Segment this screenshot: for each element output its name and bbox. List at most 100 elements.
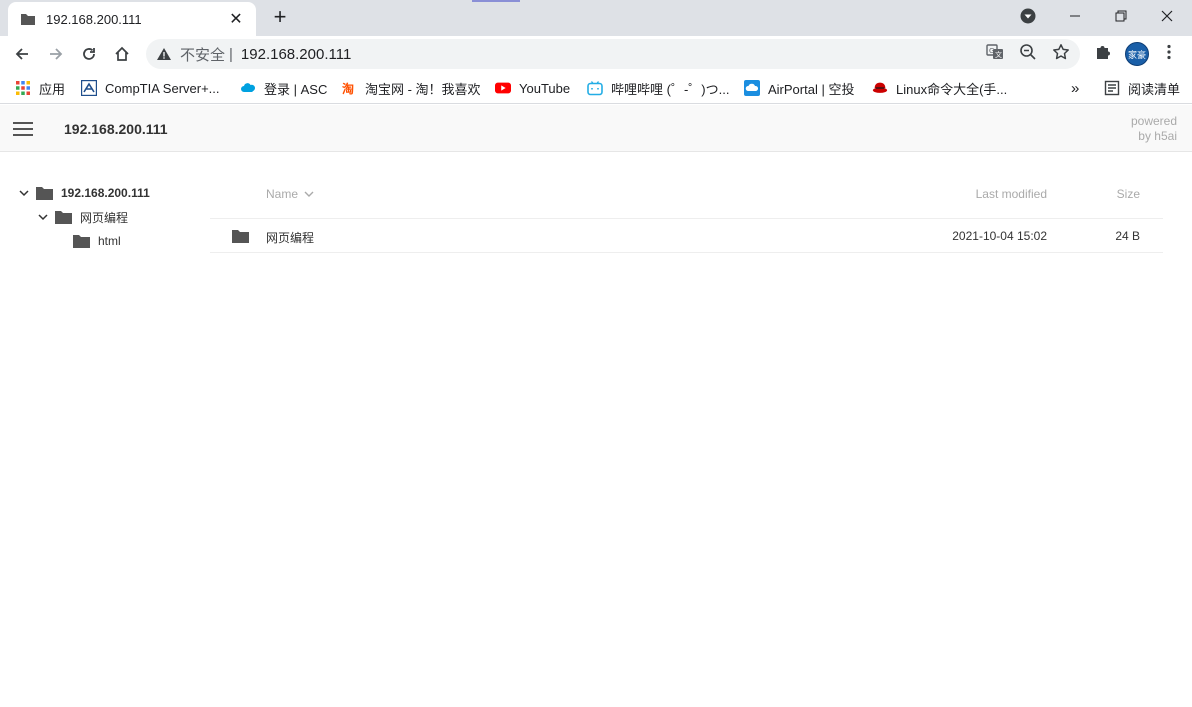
bookmarks-overflow-button[interactable]: »	[1071, 79, 1079, 97]
reading-list-icon	[1104, 80, 1120, 96]
address-bar[interactable]: 不安全 | 192.168.200.111	[146, 39, 1080, 69]
translate-button[interactable]: G文	[986, 43, 1004, 61]
url-text[interactable]: 192.168.200.111	[241, 46, 351, 63]
arrow-right-icon	[50, 48, 63, 60]
powered-line: by h5ai	[1138, 129, 1177, 143]
tab-search-button[interactable]	[1005, 0, 1051, 32]
puzzle-icon	[1097, 46, 1110, 59]
minimize-button[interactable]	[1052, 0, 1098, 32]
bookmark-label: CompTIA Server+...	[105, 80, 220, 96]
table-row[interactable]: 网页编程 2021-10-04 15:02 24 B	[210, 220, 1163, 253]
file-list-header: Name Last modified Size	[210, 172, 1163, 219]
tree-item-label: 192.168.200.111	[61, 186, 150, 200]
folder-icon	[73, 234, 90, 248]
tree-item-root[interactable]: 192.168.200.111	[18, 184, 150, 202]
reload-button[interactable]	[75, 40, 103, 68]
translate-icon: G文	[986, 44, 1003, 59]
breadcrumb[interactable]: 192.168.200.111	[64, 121, 168, 137]
hamburger-line	[13, 134, 33, 136]
column-header-last-modified[interactable]: Last modified	[976, 187, 1047, 201]
bookmark-comptia[interactable]: CompTIA Server+...	[81, 79, 220, 97]
bookmark-youtube[interactable]: YouTube	[495, 79, 570, 97]
zoom-button[interactable]	[1019, 43, 1037, 61]
hamburger-line	[13, 128, 33, 130]
reload-icon	[83, 48, 95, 60]
bookmarks-bar: 应用 CompTIA Server+... 登录 | ASC 淘 淘宝网 - 淘…	[0, 72, 1192, 104]
bookmark-label: 哔哩哔哩 (゜-゜)つ...	[611, 81, 730, 97]
close-window-button[interactable]	[1144, 0, 1190, 32]
chevron-down-icon[interactable]	[37, 211, 49, 223]
bookmark-linux[interactable]: Linux命令大全(手...	[872, 79, 1007, 97]
folder-icon	[55, 210, 72, 224]
bilibili-icon	[587, 80, 603, 96]
taobao-icon: 淘	[341, 80, 357, 96]
tree-item-web-programming[interactable]: 网页编程	[37, 208, 128, 226]
folder-icon	[36, 186, 53, 200]
file-last-modified: 2021-10-04 15:02	[952, 229, 1047, 243]
home-button[interactable]	[108, 40, 136, 68]
chevron-down-icon	[304, 191, 314, 197]
powered-line: powered	[1130, 114, 1177, 128]
minimize-icon	[1070, 15, 1080, 17]
back-button[interactable]	[8, 40, 36, 68]
bookmark-bilibili[interactable]: 哔哩哔哩 (゜-゜)つ...	[587, 79, 729, 97]
security-status-label[interactable]: 不安全	[180, 44, 225, 65]
bookmark-label: YouTube	[519, 80, 571, 96]
file-size: 24 B	[1115, 229, 1140, 243]
file-name[interactable]: 网页编程	[266, 229, 314, 246]
comptia-icon	[81, 80, 97, 96]
browser-toolbar: 不安全 | 192.168.200.111 G文	[0, 36, 1192, 72]
bookmark-label: AirPortal | 空投	[768, 81, 855, 97]
star-icon	[1053, 44, 1069, 60]
folder-icon	[21, 14, 35, 25]
vertical-dots-icon	[1167, 44, 1171, 60]
column-header-name[interactable]: Name	[266, 187, 314, 201]
address-separator: |	[229, 45, 233, 63]
bookmark-label: Linux命令大全(手...	[896, 81, 1008, 97]
close-tab-icon[interactable]: ✕	[228, 9, 244, 29]
home-icon	[115, 46, 129, 61]
extensions-button[interactable]	[1094, 43, 1112, 61]
hamburger-line	[13, 122, 33, 124]
tree-item-label: html	[98, 234, 121, 248]
apps-grid-icon	[15, 80, 31, 96]
bookmark-label: 淘宝网 - 淘！我喜欢	[365, 81, 481, 97]
airportal-icon	[744, 80, 760, 96]
redhat-icon	[872, 80, 888, 96]
profile-avatar[interactable]: 家豪	[1125, 42, 1149, 66]
browser-tab[interactable]: 192.168.200.111 ✕	[8, 2, 256, 36]
salesforce-cloud-icon	[240, 80, 256, 96]
reading-list-label: 阅读清单	[1128, 81, 1181, 97]
sidebar-toggle-button[interactable]	[13, 122, 33, 136]
powered-by-link[interactable]: powered by h5ai	[1131, 114, 1177, 144]
youtube-icon	[495, 80, 511, 96]
arrow-left-icon	[15, 48, 28, 60]
chevron-down-circle-icon	[1020, 8, 1036, 24]
bookmark-label: 登录 | ASC	[264, 81, 328, 97]
bookmark-apps[interactable]: 应用	[15, 79, 65, 97]
close-icon	[1161, 10, 1173, 22]
tree-item-label: 网页编程	[80, 210, 129, 225]
svg-text:G: G	[989, 47, 994, 55]
bookmark-star-button[interactable]	[1052, 43, 1070, 61]
zoom-out-icon	[1020, 44, 1036, 60]
svg-text:淘: 淘	[342, 81, 354, 96]
menu-button[interactable]	[1160, 43, 1178, 61]
tree-item-html[interactable]: html	[73, 232, 121, 250]
chevron-down-icon[interactable]	[18, 187, 30, 199]
column-header-size[interactable]: Size	[1117, 187, 1140, 201]
warning-triangle-icon[interactable]	[156, 46, 172, 62]
new-tab-button[interactable]: +	[268, 6, 292, 30]
title-bar: 192.168.200.111 ✕ +	[0, 0, 1192, 36]
folder-icon	[232, 230, 249, 243]
bookmark-airportal[interactable]: AirPortal | 空投	[744, 79, 854, 97]
restore-button[interactable]	[1098, 0, 1144, 32]
svg-text:文: 文	[995, 50, 1002, 59]
column-label: Name	[266, 187, 299, 201]
bookmark-taobao[interactable]: 淘 淘宝网 - 淘！我喜欢	[341, 79, 481, 97]
bookmark-asc[interactable]: 登录 | ASC	[240, 79, 327, 97]
forward-button[interactable]	[42, 40, 70, 68]
restore-icon	[1115, 10, 1127, 22]
reading-list-button[interactable]: 阅读清单	[1104, 79, 1180, 97]
tab-title: 192.168.200.111	[46, 11, 142, 27]
